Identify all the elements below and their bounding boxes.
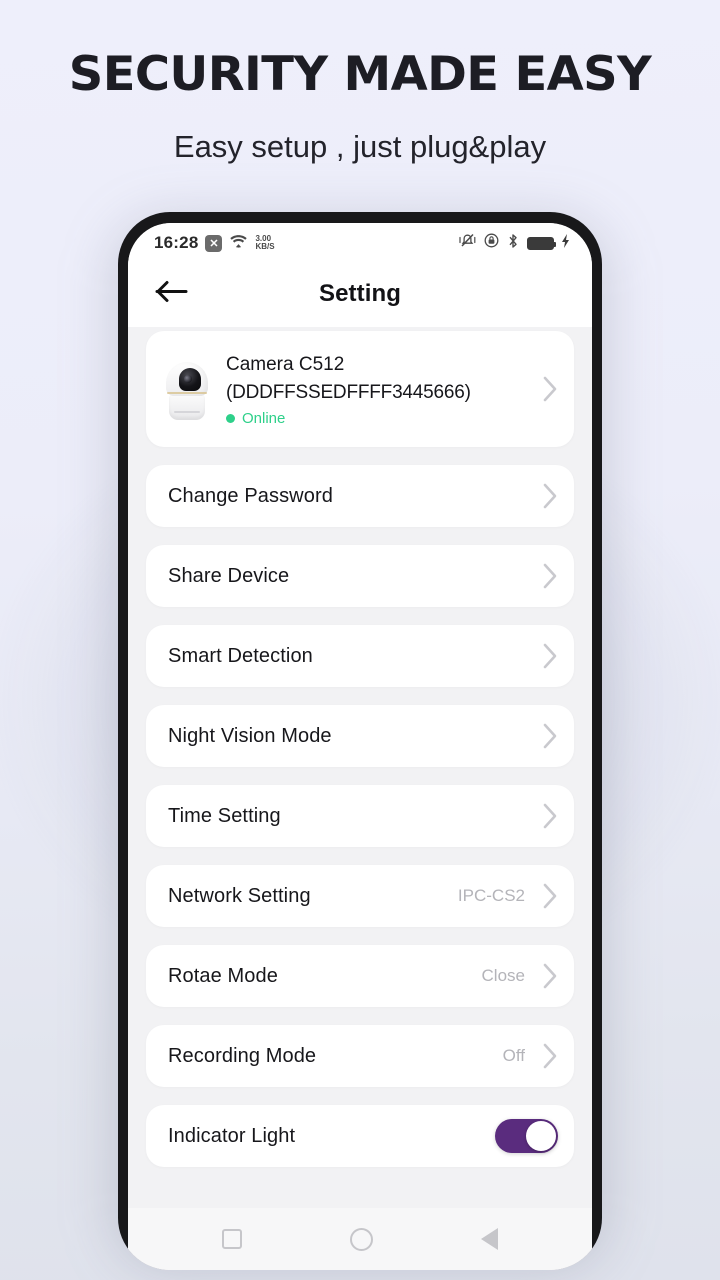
dnd-lock-icon (484, 233, 499, 253)
settings-row-value: IPC-CS2 (457, 886, 525, 905)
charging-bolt-icon (562, 233, 570, 253)
app-bar: Setting (128, 261, 592, 327)
settings-row-value: Off (502, 1046, 525, 1065)
bluetooth-icon (507, 233, 519, 254)
network-speed-unit: KB/S (255, 242, 275, 251)
device-name: Camera C512 (226, 353, 345, 375)
chevron-right-icon[interactable] (543, 376, 558, 402)
status-badge: Online (226, 410, 533, 427)
network-speed: 3.00 KB/S (255, 234, 275, 252)
settings-row-label: Smart Detection (168, 644, 313, 667)
arrow-left-icon[interactable] (155, 281, 189, 308)
promo-subtitle: Easy setup , just plug&play (173, 129, 547, 164)
settings-row[interactable]: Network Setting IPC-CS2 (146, 865, 574, 927)
settings-row[interactable]: Recording Mode Off (146, 1025, 574, 1087)
circle-icon[interactable] (350, 1227, 373, 1251)
chevron-right-icon[interactable] (543, 963, 558, 989)
close-badge-icon: ✕ (205, 234, 223, 252)
settings-row-label: Time Setting (168, 804, 281, 827)
android-nav-bar (128, 1208, 592, 1270)
settings-row[interactable]: Change Password (146, 465, 574, 527)
status-bar-right (459, 233, 570, 254)
phone-screen: 16:28 ✕ 3.00 KB/S Setting Camera C512 (D… (128, 223, 592, 1270)
promo-header: SECURITY MADE EASY Easy setup , just plu… (0, 0, 720, 165)
settings-row[interactable]: Rotae Mode Close (146, 945, 574, 1007)
status-time: 16:28 (154, 233, 199, 252)
triangle-left-icon[interactable] (481, 1228, 498, 1250)
page-title: Setting (318, 280, 402, 307)
vibrate-icon (459, 233, 476, 253)
square-icon[interactable] (222, 1229, 242, 1249)
promo-title: SECURITY MADE EASY (68, 47, 652, 102)
settings-row-label: Indicator Light (168, 1124, 296, 1147)
device-card[interactable]: Camera C512 (DDDFFSSEDFFFF3445666) Onlin… (146, 331, 574, 447)
battery-icon (527, 236, 556, 250)
chevron-right-icon[interactable] (543, 643, 558, 669)
status-bar: 16:28 ✕ 3.00 KB/S (128, 223, 592, 261)
settings-row-label: Share Device (168, 564, 290, 587)
settings-row[interactable]: Smart Detection (146, 625, 574, 687)
status-dot-icon (226, 413, 235, 423)
device-info: Camera C512 (DDDFFSSEDFFFF3445666) Onlin… (226, 352, 533, 427)
settings-row-label: Recording Mode (168, 1044, 317, 1067)
chevron-right-icon[interactable] (543, 723, 558, 749)
settings-list: Camera C512 (DDDFFSSEDFFFF3445666) Onlin… (128, 327, 592, 1270)
settings-rows: Change Password Share Device Smart Detecti… (146, 465, 574, 1167)
settings-row-label: Rotae Mode (168, 964, 278, 987)
indicator-light-toggle[interactable] (495, 1119, 558, 1153)
settings-row-value: Close (481, 966, 525, 985)
chevron-right-icon[interactable] (543, 563, 558, 589)
status-bar-left: 16:28 ✕ 3.00 KB/S (154, 233, 275, 253)
settings-row[interactable]: Time Setting (146, 785, 574, 847)
chevron-right-icon[interactable] (543, 803, 558, 829)
settings-row-label: Change Password (168, 484, 333, 507)
device-status-text: Online (242, 409, 286, 427)
phone-frame: 16:28 ✕ 3.00 KB/S Setting Camera C512 (D… (118, 212, 602, 1270)
chevron-right-icon[interactable] (543, 483, 558, 509)
toggle-knob (526, 1121, 556, 1151)
camera-thumbnail (160, 358, 214, 420)
chevron-right-icon[interactable] (543, 883, 558, 909)
settings-row-label: Night Vision Mode (168, 724, 332, 747)
settings-row-label: Network Setting (168, 884, 311, 907)
settings-row[interactable]: Night Vision Mode (146, 705, 574, 767)
chevron-right-icon[interactable] (543, 1043, 558, 1069)
settings-row[interactable]: Share Device (146, 545, 574, 607)
settings-row[interactable]: Indicator Light (146, 1105, 574, 1167)
device-id: (DDDFFSSEDFFFF3445666) (226, 381, 471, 403)
wifi-icon (229, 234, 248, 253)
